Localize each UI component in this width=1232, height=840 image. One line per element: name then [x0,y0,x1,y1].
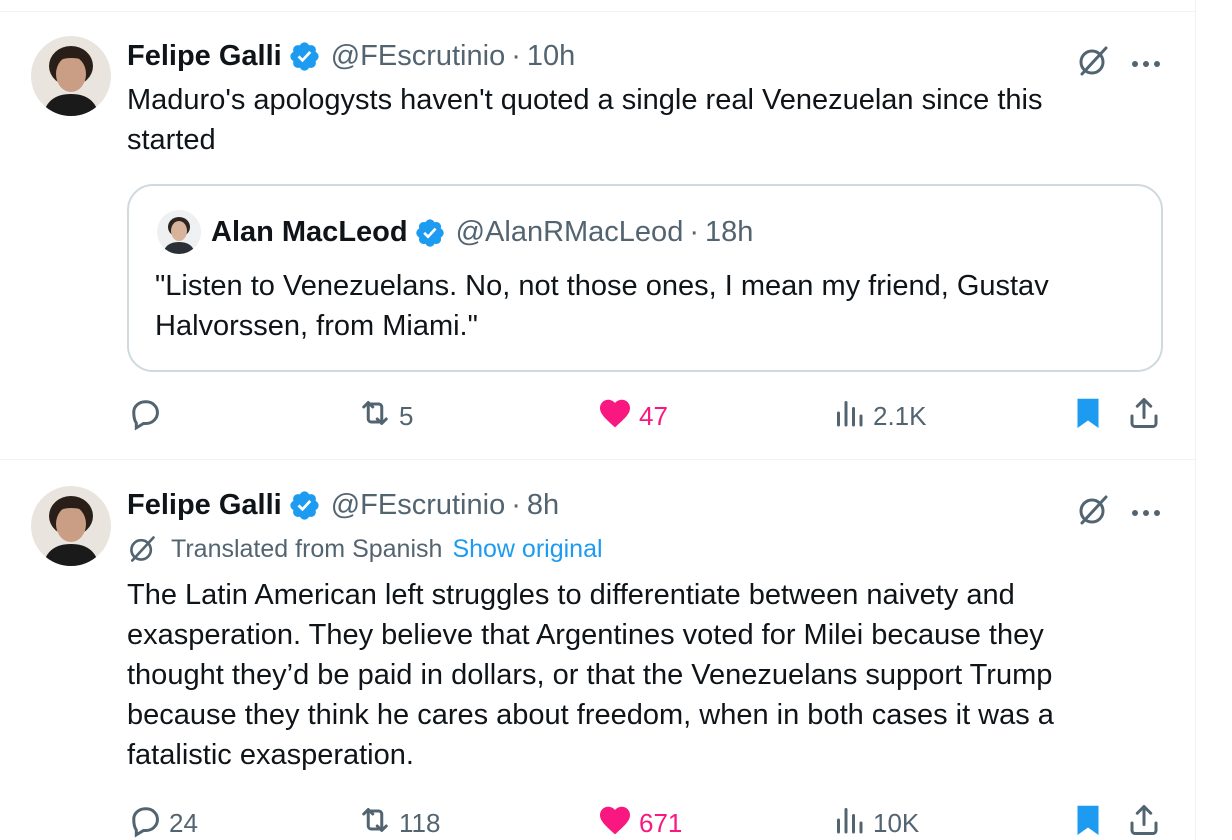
bookmark-button[interactable] [1070,395,1106,438]
timestamp[interactable]: 18h [705,216,753,249]
author-name[interactable]: Felipe Galli [127,489,282,522]
like-button[interactable]: 671 [597,802,682,840]
tweet-header: Felipe Galli @FEscrutinio · 8h [127,487,1162,523]
reply-count: 24 [169,807,198,838]
retweet-button[interactable]: 5 [357,395,413,438]
tweet-header: Felipe Galli @FEscrutinio · 10h [127,38,1162,74]
reply-button[interactable] [127,395,169,438]
retweet-icon [357,802,393,840]
reply-icon [127,395,163,438]
quoted-author-name[interactable]: Alan MacLeod [211,216,408,249]
bookmark-button[interactable] [1070,802,1106,840]
tweet-body: Felipe Galli @FEscrutinio · 8h Translate… [127,487,1162,775]
bookmark-icon [1070,802,1106,840]
like-button[interactable]: 47 [597,395,668,438]
share-icon [1126,395,1162,438]
separator-dot: · [511,488,521,521]
reply-icon [127,802,163,840]
quoted-tweet[interactable]: Alan MacLeod @AlanRMacLeod · 18h "Listen… [127,184,1163,372]
grok-icon[interactable] [1076,44,1110,78]
author-name[interactable]: Felipe Galli [127,40,282,73]
views-icon [831,802,867,840]
tweet[interactable]: Felipe Galli @FEscrutinio · 8h Translate… [0,461,1196,840]
retweet-count: 5 [399,400,414,431]
share-button[interactable] [1126,802,1162,840]
timeline-feed: Felipe Galli @FEscrutinio · 10h Maduro's… [0,0,1196,840]
tweet[interactable]: Felipe Galli @FEscrutinio · 10h Maduro's… [0,12,1196,460]
tweet-actions: 24 118 671 10K [127,803,1162,840]
avatar[interactable] [31,36,111,116]
retweet-icon [357,395,393,438]
author-handle[interactable]: @FEscrutinio [331,489,505,522]
verified-badge-icon [288,40,321,73]
grok-icon [127,534,157,564]
quoted-tweet-text: "Listen to Venezuelans. No, not those on… [155,270,1049,342]
timestamp[interactable]: 10h [527,40,575,73]
share-button[interactable] [1126,395,1162,438]
retweet-button[interactable]: 118 [357,802,440,840]
author-handle[interactable]: @FEscrutinio [331,40,505,73]
like-count: 47 [639,400,668,431]
tweet-header-actions [1076,44,1162,78]
verified-badge-icon [414,217,446,249]
avatar[interactable] [157,210,201,254]
tweet-body: Felipe Galli @FEscrutinio · 10h Maduro's… [127,38,1162,160]
avatar[interactable] [31,486,111,566]
timestamp[interactable]: 8h [527,489,559,522]
verified-badge-icon [288,489,321,522]
translated-label: Translated from Spanish [171,534,443,563]
tweet-text: Maduro's apologysts haven't quoted a sin… [127,84,1051,156]
grok-icon[interactable] [1076,493,1110,527]
separator-dot: · [511,39,521,72]
show-original-link[interactable]: Show original [452,535,602,564]
views-count: 2.1K [873,400,927,431]
reply-button[interactable]: 24 [127,802,198,840]
tweet-header-actions [1076,493,1162,527]
views-button[interactable]: 2.1K [831,395,927,438]
views-icon [831,395,867,438]
feed-top-divider [0,0,1196,12]
like-icon [597,802,633,840]
tweet-actions: 5 47 2.1K [127,396,1162,436]
quoted-tweet-header: Alan MacLeod @AlanRMacLeod · 18h [211,216,753,249]
quoted-author-handle[interactable]: @AlanRMacLeod [456,216,684,249]
share-icon [1126,802,1162,840]
views-count: 10K [873,807,920,838]
retweet-count: 118 [399,807,441,838]
bookmark-icon [1070,395,1106,438]
tweet-text: The Latin American left struggles to dif… [127,579,1063,771]
more-icon[interactable] [1130,505,1162,516]
translation-notice: Translated from Spanish Show original [127,533,1162,565]
more-icon[interactable] [1130,56,1162,67]
like-icon [597,395,633,438]
separator-dot: · [689,216,699,248]
like-count: 671 [639,807,683,838]
views-button[interactable]: 10K [831,802,919,840]
